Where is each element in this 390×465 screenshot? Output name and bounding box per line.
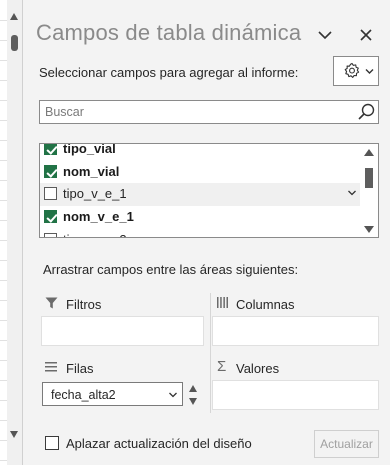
- values-drop-zone[interactable]: [212, 380, 379, 410]
- field-checkbox[interactable]: [44, 233, 57, 237]
- scroll-thumb[interactable]: [365, 168, 373, 188]
- field-label: tipo_vial: [63, 143, 116, 156]
- filter-icon: [45, 297, 58, 309]
- gridline: [0, 320, 7, 321]
- field-checkbox[interactable]: [44, 144, 57, 155]
- field-list-scrollbar[interactable]: [360, 144, 378, 237]
- layout-tools-button[interactable]: [333, 56, 379, 86]
- field-label: nom_vial: [63, 164, 120, 179]
- update-button[interactable]: Actualizar: [314, 430, 379, 458]
- gridline: [0, 460, 7, 461]
- defer-update-label: Aplazar actualización del diseño: [66, 436, 252, 451]
- pane-title: Campos de tabla dinámica: [36, 20, 302, 45]
- rows-field-label: fecha_alta2: [51, 388, 116, 402]
- field-checkbox[interactable]: [44, 187, 57, 200]
- gridline: [0, 420, 7, 421]
- field-item[interactable]: tipo_v_e_1: [40, 183, 360, 206]
- gridline: [0, 240, 7, 241]
- rows-area-title: Filas: [66, 361, 94, 376]
- scroll-up-arrow-icon[interactable]: [364, 149, 374, 156]
- field-label: tipo_v_e_2: [63, 232, 127, 237]
- field-item[interactable]: nom_v_e_1: [40, 206, 360, 229]
- scroll-up-arrow-icon[interactable]: [10, 13, 18, 20]
- field-label: tipo_v_e_1: [63, 186, 127, 201]
- area-divider: [210, 293, 211, 413]
- gridline: [0, 280, 7, 281]
- gridline: [0, 400, 7, 401]
- drag-instruction: Arrastrar campos entre las áreas siguien…: [43, 262, 299, 277]
- pane-options-chevron-down-icon[interactable]: [316, 26, 334, 44]
- gridline: [0, 260, 7, 261]
- field-label: nom_v_e_1: [63, 209, 134, 224]
- rows-scroll-up-icon[interactable]: [189, 385, 197, 392]
- field-item[interactable]: tipo_v_e_2: [40, 229, 360, 237]
- gridline: [0, 360, 7, 361]
- gridline: [0, 340, 7, 341]
- filters-drop-zone[interactable]: [41, 316, 204, 346]
- columns-area-title: Columnas: [236, 297, 295, 312]
- gridline: [0, 60, 7, 61]
- gridline: [0, 160, 7, 161]
- chevron-down-icon[interactable]: [348, 190, 356, 196]
- rows-field-pill[interactable]: fecha_alta2: [42, 382, 183, 406]
- field-item[interactable]: tipo_vial: [40, 143, 360, 161]
- select-fields-label: Seleccionar campos para agregar al infor…: [39, 65, 299, 80]
- chevron-down-icon: [365, 69, 374, 74]
- close-icon[interactable]: [356, 25, 376, 45]
- rows-scroll-down-icon[interactable]: [189, 398, 197, 405]
- field-checkbox[interactable]: [44, 165, 57, 178]
- field-checkbox[interactable]: [44, 210, 57, 223]
- search-icon[interactable]: [356, 102, 376, 122]
- gridline: [0, 20, 7, 21]
- scroll-down-arrow-icon[interactable]: [10, 431, 18, 438]
- gridline: [0, 140, 7, 141]
- defer-update-checkbox[interactable]: [45, 436, 59, 450]
- field-search-box[interactable]: [39, 100, 379, 124]
- gridline: [0, 200, 7, 201]
- filters-area-title: Filtros: [66, 297, 102, 312]
- columns-icon: [217, 297, 228, 308]
- field-item[interactable]: nom_vial: [40, 161, 360, 184]
- rows-icon: [45, 362, 57, 372]
- values-area-title: Valores: [236, 361, 280, 376]
- gridline: [0, 100, 7, 101]
- scroll-down-arrow-icon[interactable]: [364, 226, 374, 233]
- gridline: [0, 300, 7, 301]
- gridline: [0, 120, 7, 121]
- chevron-down-icon[interactable]: [169, 392, 177, 398]
- gridline: [0, 40, 7, 41]
- worksheet-vertical-scrollbar[interactable]: [7, 0, 23, 465]
- gridline: [0, 80, 7, 81]
- gridline: [0, 220, 7, 221]
- gridline: [0, 440, 7, 441]
- sigma-icon: Σ: [217, 358, 227, 375]
- gear-icon: [344, 62, 360, 78]
- search-input[interactable]: [45, 103, 345, 121]
- scroll-thumb[interactable]: [11, 35, 18, 51]
- columns-drop-zone[interactable]: [212, 316, 379, 346]
- gridline: [0, 180, 7, 181]
- field-list: tipo_vial nom_vial tipo_v_e_1 nom_v_e_1 …: [39, 143, 379, 238]
- gridline: [0, 380, 7, 381]
